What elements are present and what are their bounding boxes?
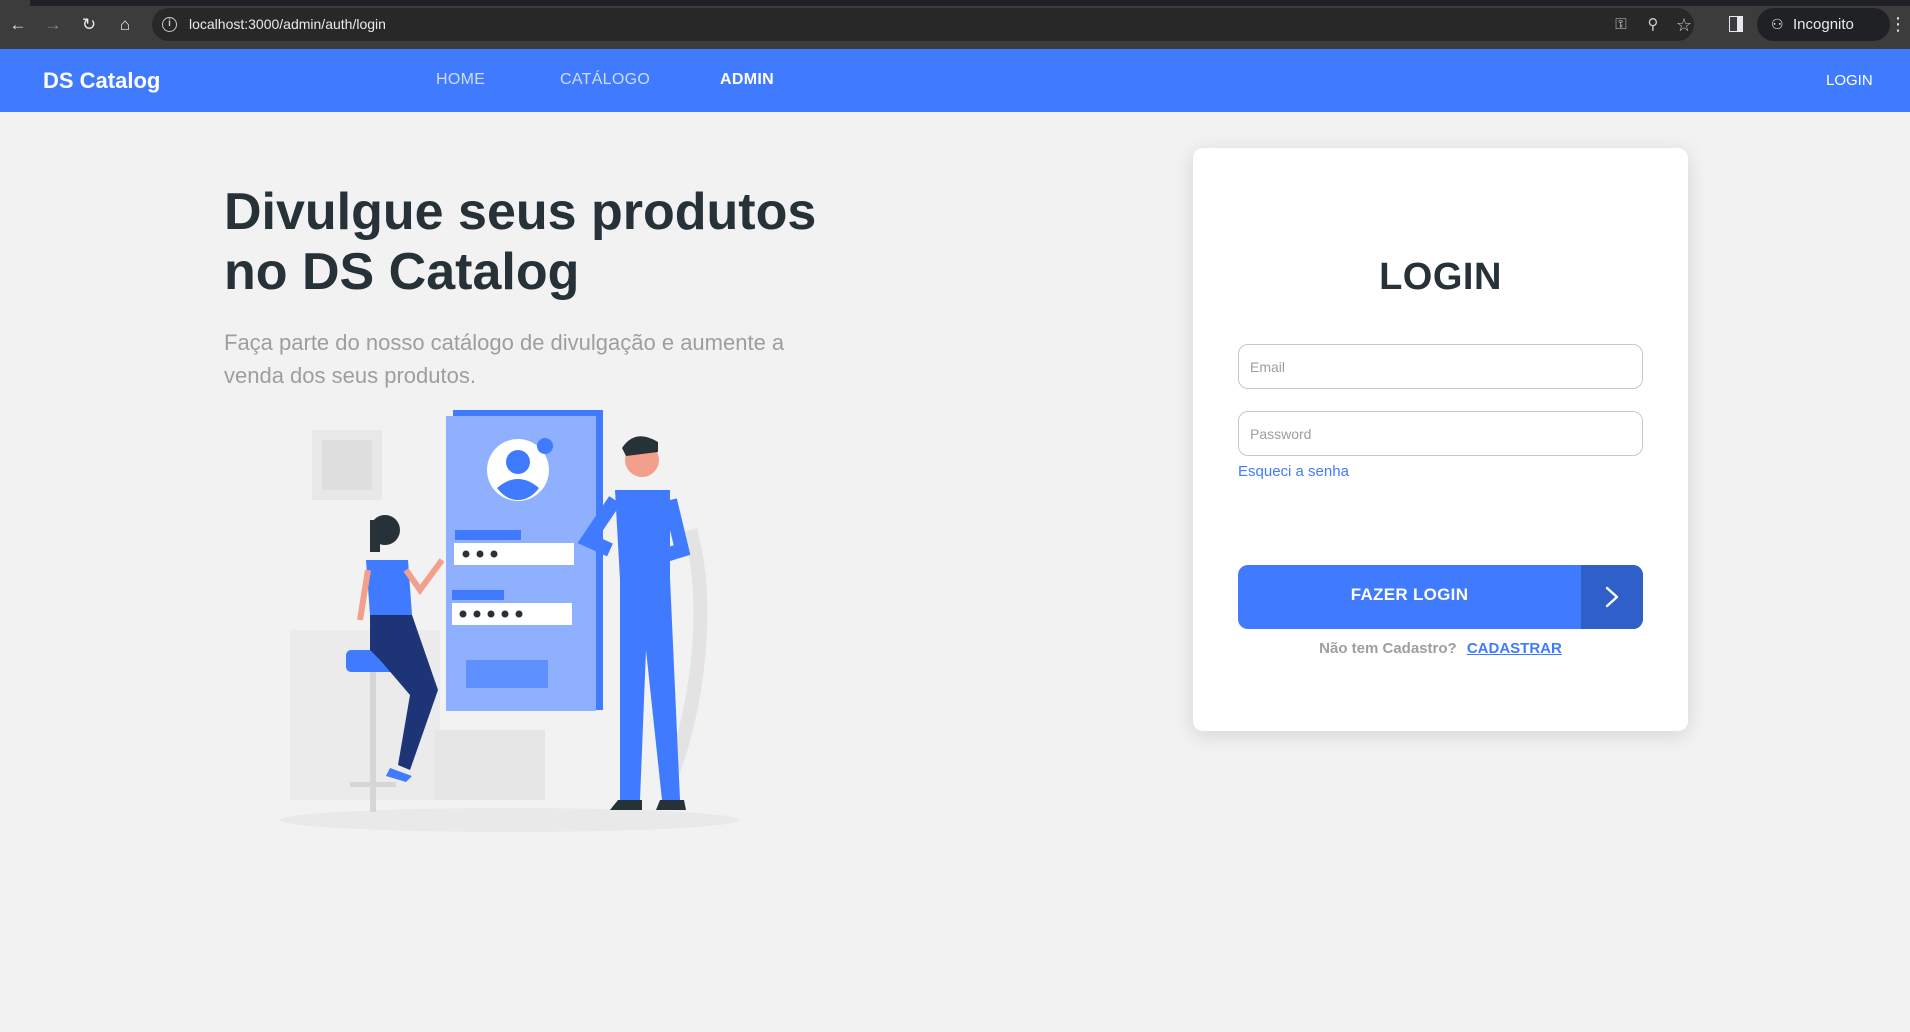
signup-prompt: Não tem Cadastro? CADASTRAR <box>1193 640 1688 657</box>
info-icon[interactable]: i <box>162 17 177 32</box>
man-pants <box>620 578 680 800</box>
login-illustration <box>280 410 740 832</box>
login-button-label: FAZER LOGIN <box>1350 585 1469 604</box>
zoom-icon[interactable]: ⚲ <box>1644 16 1662 34</box>
nav-link-admin[interactable]: ADMIN <box>720 71 774 89</box>
man-shirt <box>615 490 670 580</box>
hero-title: Divulgue seus produtos no DS Catalog <box>224 183 817 301</box>
side-panel-icon[interactable] <box>1729 16 1743 32</box>
phone-input-1 <box>454 543 574 565</box>
signup-link[interactable]: CADASTRAR <box>1467 640 1562 657</box>
nav-link-catalogo[interactable]: CATÁLOGO <box>560 71 650 89</box>
incognito-icon: ⚇ <box>1771 16 1784 32</box>
login-title: LOGIN <box>1379 256 1502 298</box>
login-card: LOGIN Esqueci a senha FAZER LOGIN Não te… <box>1193 148 1688 731</box>
incognito-label: Incognito <box>1793 16 1854 33</box>
reload-icon[interactable]: ↻ <box>78 14 100 36</box>
login-button[interactable]: FAZER LOGIN <box>1238 565 1643 629</box>
phone-input-2 <box>452 603 572 625</box>
app-navbar: DS Catalog HOME CATÁLOGO ADMIN LOGIN <box>0 49 1910 112</box>
password-field[interactable] <box>1238 411 1643 456</box>
hero-subtitle: Faça parte do nosso catálogo de divulgaç… <box>224 330 785 388</box>
key-icon[interactable]: ⚿ <box>1612 16 1630 34</box>
star-icon[interactable]: ☆ <box>1675 16 1693 34</box>
tab-strip <box>0 0 1910 6</box>
signup-question: Não tem Cadastro? <box>1319 640 1457 657</box>
home-icon[interactable]: ⌂ <box>114 14 136 36</box>
back-icon[interactable]: ← <box>7 14 29 36</box>
email-field[interactable] <box>1238 344 1643 389</box>
forward-icon[interactable]: → <box>42 14 64 36</box>
brand-logo[interactable]: DS Catalog <box>43 68 160 94</box>
browser-toolbar: ← → ↻ ⌂ i localhost:3000/admin/auth/logi… <box>0 0 1910 49</box>
forgot-password-link[interactable]: Esqueci a senha <box>1238 463 1349 480</box>
incognito-badge[interactable]: ⚇ Incognito <box>1757 8 1890 41</box>
nav-link-home[interactable]: HOME <box>436 71 485 89</box>
nav-login-link[interactable]: LOGIN <box>1826 72 1873 89</box>
address-bar[interactable]: i localhost:3000/admin/auth/login ⚿ ⚲ ☆ <box>152 8 1694 41</box>
chevron-right-icon <box>1581 565 1643 629</box>
menu-icon[interactable]: ⋮ <box>1889 12 1907 36</box>
floor-shadow <box>280 808 740 832</box>
woman-shirt <box>366 560 412 615</box>
url-text[interactable]: localhost:3000/admin/auth/login <box>189 16 386 32</box>
